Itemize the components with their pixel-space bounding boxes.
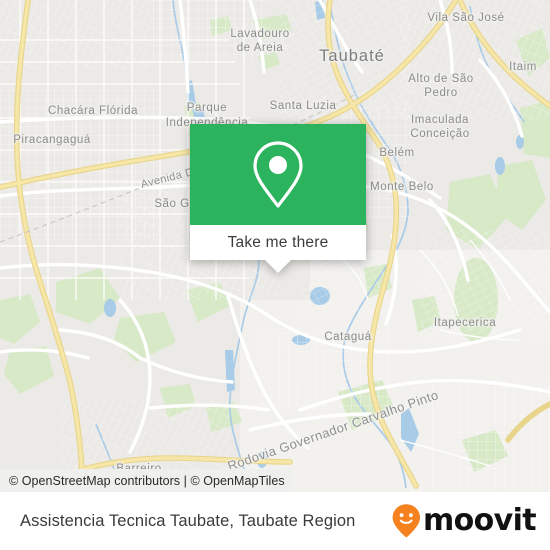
- footer-bar: Assistencia Tecnica Taubate, Taubate Reg…: [0, 492, 550, 550]
- popup-footer[interactable]: Take me there: [190, 225, 366, 260]
- location-popup-card[interactable]: Take me there: [190, 124, 366, 273]
- page-title: Assistencia Tecnica Taubate, Taubate Reg…: [20, 511, 356, 530]
- location-pin-icon: [253, 140, 303, 208]
- moovit-logo[interactable]: moovit: [391, 503, 537, 539]
- popup-header: [190, 124, 366, 225]
- moovit-wordmark: moovit: [422, 503, 537, 538]
- map-attribution-bar: © OpenStreetMap contributors | © OpenMap…: [0, 469, 292, 492]
- map-screenshot-root: Vila São José Lavadouro de Areia Taubaté…: [0, 0, 550, 550]
- map-canvas[interactable]: Vila São José Lavadouro de Areia Taubaté…: [0, 0, 550, 492]
- moovit-smiley-pin-icon: [392, 504, 420, 538]
- take-me-there-label: Take me there: [227, 233, 329, 251]
- popup-tail-pointer: [265, 260, 291, 273]
- map-attribution-text: © OpenStreetMap contributors | © OpenMap…: [9, 473, 285, 488]
